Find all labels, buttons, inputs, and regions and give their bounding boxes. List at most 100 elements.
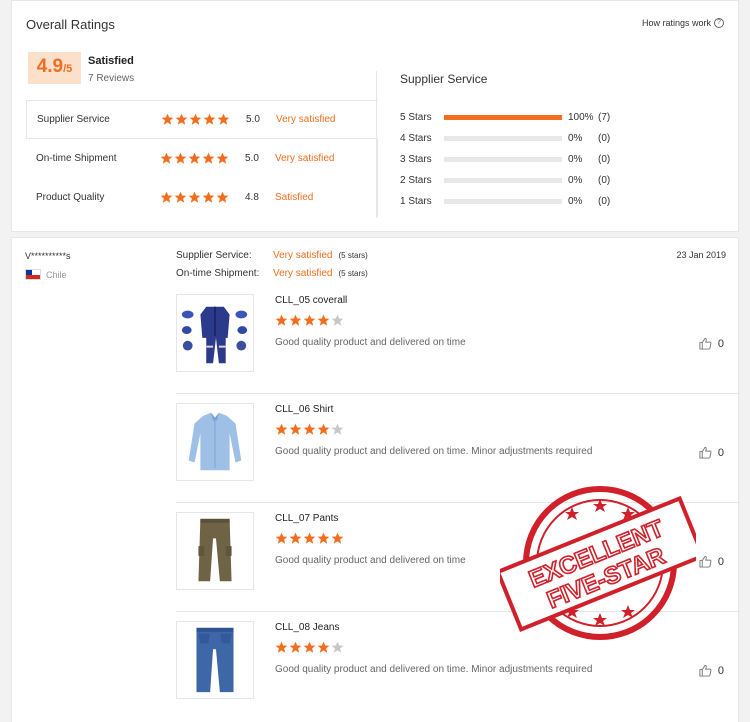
item-name[interactable]: CLL_07 Pants [275, 513, 338, 524]
rating-row-product-quality[interactable]: Product Quality 4.8 Satisfied [26, 178, 378, 217]
thumbs-up-icon[interactable] [699, 555, 712, 568]
rating-stars [161, 113, 230, 126]
score-denominator: /5 [63, 63, 73, 75]
rating-row-value: 4.8 [245, 192, 259, 203]
star-icon [275, 532, 288, 544]
rating-row-supplier-service[interactable]: Supplier Service 5.0 Very satisfied [26, 100, 378, 139]
overall-ratings-panel: Overall Ratings How ratings work ? 4.9 /… [11, 0, 739, 232]
distribution-bar [444, 136, 562, 141]
item-comment: Good quality product and delivered on ti… [275, 446, 593, 457]
divider [376, 71, 377, 218]
star-icon [189, 113, 202, 125]
star-icon [289, 314, 302, 326]
star-icon [188, 191, 201, 203]
like-button[interactable]: 0 [699, 446, 724, 459]
distribution-percent: 0% [568, 196, 583, 207]
distribution-title: Supplier Service [400, 72, 488, 86]
distribution-label: 5 Stars [400, 112, 432, 123]
supplier-service-rating: Supplier Service: Very satisfied (5 star… [176, 250, 368, 261]
satisfaction-label: Satisfied [88, 55, 134, 67]
rating-row-value: 5.0 [245, 153, 259, 164]
distribution-label: 3 Stars [400, 154, 432, 165]
star-icon [160, 191, 173, 203]
like-count: 0 [717, 555, 724, 568]
shirt-image[interactable] [176, 403, 254, 481]
star-icon [188, 152, 201, 164]
distribution-row: 5 Stars 100% (7) [400, 107, 650, 128]
rating-row-label: On-time Shipment [36, 153, 117, 164]
star-icon [331, 532, 344, 544]
thumbs-up-icon[interactable] [699, 664, 712, 677]
distribution-bar [444, 157, 562, 162]
review-count: 7 Reviews [88, 73, 135, 84]
star-icon [317, 532, 330, 544]
like-count: 0 [717, 337, 724, 350]
item-name[interactable]: CLL_08 Jeans [275, 622, 340, 633]
star-icon [303, 423, 316, 435]
star-icon [317, 423, 330, 435]
star-icon [216, 191, 229, 203]
distribution-row: 1 Stars 0% (0) [400, 191, 650, 212]
like-count: 0 [717, 446, 724, 459]
coverall-image[interactable] [176, 294, 254, 372]
jeans-image-graphic [177, 622, 253, 698]
reviewer-country: Chile [25, 269, 67, 280]
country-name: Chile [46, 269, 67, 280]
pants-image[interactable] [176, 512, 254, 590]
thumbs-up-icon[interactable] [699, 446, 712, 459]
star-icon [275, 423, 288, 435]
star-icon [202, 191, 215, 203]
jeans-image[interactable] [176, 621, 254, 699]
score-value: 4.9 [36, 56, 64, 77]
star-icon [275, 641, 288, 653]
star-icon [303, 532, 316, 544]
distribution-row: 4 Stars 0% (0) [400, 128, 650, 149]
item-stars [275, 641, 344, 654]
distribution-row: 3 Stars 0% (0) [400, 149, 650, 170]
star-icon [174, 191, 187, 203]
distribution-percent: 0% [568, 154, 583, 165]
how-ratings-work-label[interactable]: How ratings work [642, 18, 711, 28]
chile-flag-icon [25, 269, 41, 280]
rating-row-label: Product Quality [36, 192, 105, 203]
star-icon [331, 423, 344, 435]
meta-value: Very satisfied [273, 268, 333, 279]
excellent-five-star-stamp: EXCELLENT FIVE-STAR [500, 486, 696, 640]
thumbs-up-icon[interactable] [699, 337, 712, 350]
distribution-bar [444, 115, 562, 120]
star-icon [216, 152, 229, 164]
reviewer-name: V**********s [25, 251, 71, 261]
meta-stars: (5 stars) [338, 251, 368, 260]
rating-stars [160, 152, 229, 165]
like-button[interactable]: 0 [699, 664, 724, 677]
rating-stars [160, 191, 229, 204]
star-icon [217, 113, 230, 125]
how-ratings-work-link[interactable]: How ratings work ? [642, 18, 724, 28]
rating-row-desc: Very satisfied [275, 153, 335, 164]
rating-row-label: Supplier Service [37, 114, 110, 125]
star-icon [174, 152, 187, 164]
item-name[interactable]: CLL_06 Shirt [275, 404, 333, 415]
star-icon [331, 314, 344, 326]
like-count: 0 [717, 664, 724, 677]
star-icon [331, 641, 344, 653]
meta-value: Very satisfied [273, 250, 333, 261]
meta-stars: (5 stars) [338, 269, 368, 278]
like-button[interactable]: 0 [699, 337, 724, 350]
distribution-bar-fill [444, 115, 562, 120]
star-icon [303, 641, 316, 653]
rating-row-value: 5.0 [246, 114, 260, 125]
star-icon [160, 152, 173, 164]
like-button[interactable]: 0 [699, 555, 724, 568]
distribution-percent: 100% [568, 112, 594, 123]
star-icon [175, 113, 188, 125]
meta-label: On-time Shipment: [176, 268, 260, 279]
item-name[interactable]: CLL_05 coverall [275, 295, 347, 306]
item-comment: Good quality product and delivered on ti… [275, 337, 466, 348]
rating-row-on-time-shipment[interactable]: On-time Shipment 5.0 Very satisfied [26, 139, 378, 178]
item-stars [275, 532, 344, 545]
on-time-shipment-rating: On-time Shipment: Very satisfied (5 star… [176, 268, 368, 279]
question-icon[interactable]: ? [714, 18, 724, 28]
distribution-count: (0) [598, 196, 611, 207]
star-icon [202, 152, 215, 164]
